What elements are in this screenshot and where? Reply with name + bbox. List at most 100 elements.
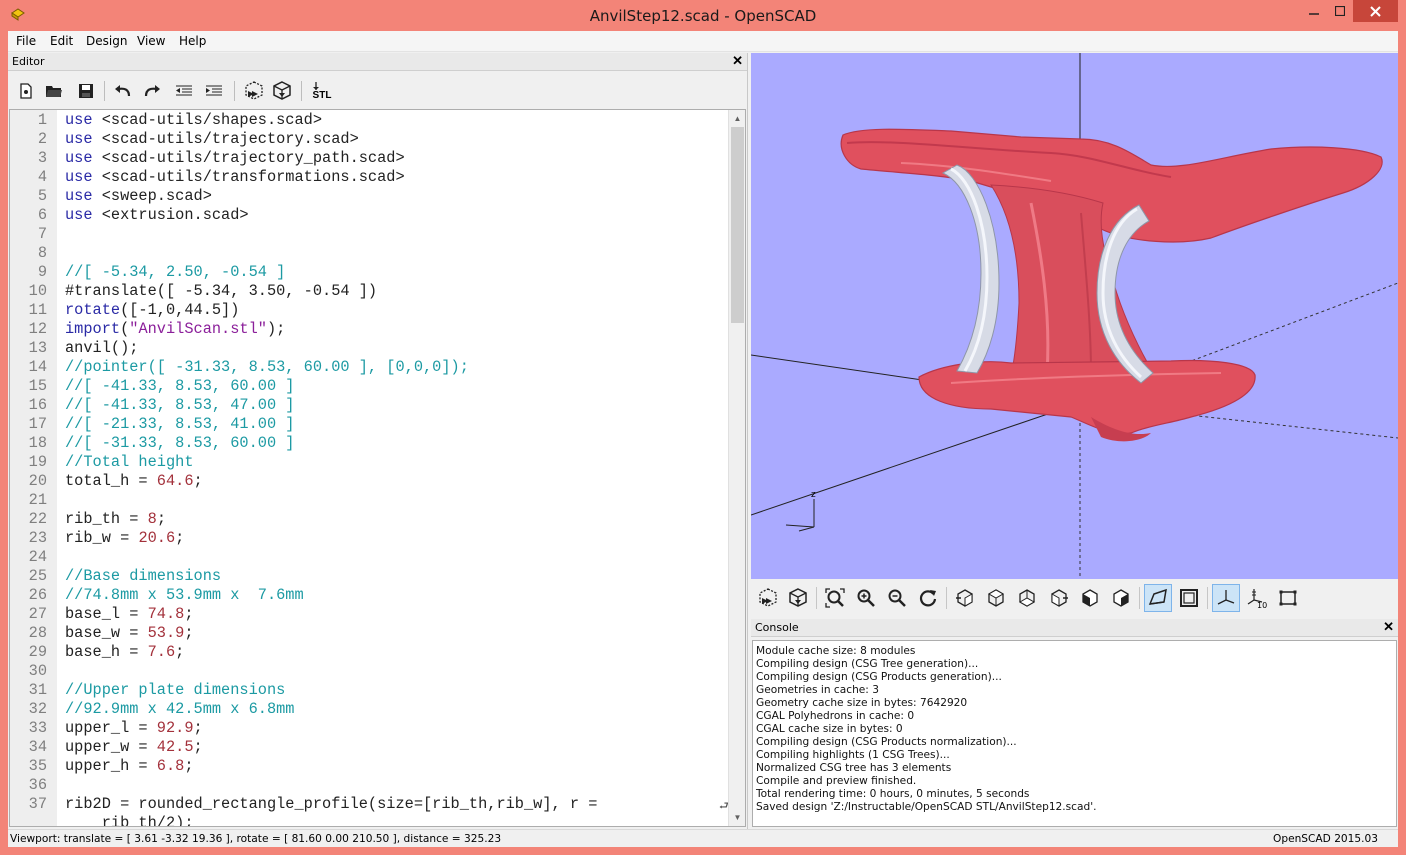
show-axes-button[interactable] [1212,584,1240,612]
orthogonal-button[interactable] [1175,584,1203,612]
code-line[interactable]: 32 //92.9mm x 42.5mm x 6.8mm [10,700,710,719]
editor-close-icon[interactable]: ✕ [732,53,743,69]
indent-icon [206,85,222,96]
menu-help[interactable]: Help [179,34,206,48]
view-bottom-button[interactable] [1013,584,1041,612]
view-preview-button[interactable] [754,584,782,612]
view-top-button[interactable] [982,584,1010,612]
code-token: use [65,111,102,129]
code-line[interactable]: 21 [10,491,710,510]
code-token: ; [193,738,203,756]
code-line[interactable]: 10 #translate([ -5.34, 3.50, -0.54 ]) [10,282,710,301]
code-line[interactable]: 26 //74.8mm x 53.9mm x 7.6mm [10,586,710,605]
view-all-button[interactable] [821,584,849,612]
code-line[interactable]: 34 upper_w = 42.5; [10,738,710,757]
code-token: total_h = [65,472,157,490]
code-line[interactable]: 25 //Base dimensions [10,567,710,586]
editor-vertical-scrollbar[interactable]: ▲ ▼ [728,110,745,826]
3d-scene: z [751,53,1398,579]
code-line[interactable]: 13 anvil(); [10,339,710,358]
code-editor[interactable]: 1 use <scad-utils/shapes.scad> 2 use <scad-… [9,109,746,827]
code-line[interactable]: 28 base_w = 53.9; [10,624,710,643]
code-line[interactable]: 17 //[ -21.33, 8.53, 41.00 ] [10,415,710,434]
editor-scroll-thumb[interactable] [731,127,744,323]
undo-button[interactable] [111,79,135,103]
code-line[interactable]: 31 //Upper plate dimensions [10,681,710,700]
code-line[interactable]: 14 //pointer([ -31.33, 8.53, 60.00 ], [0,… [10,358,710,377]
console-output[interactable]: Module cache size: 8 modules Compiling de… [752,640,1397,827]
code-line[interactable]: 33 upper_l = 92.9; [10,719,710,738]
code-line[interactable]: 36 [10,776,710,795]
zoom-out-button[interactable] [883,584,911,612]
show-scale-markers-button[interactable]: 10 [1243,584,1271,612]
code-line[interactable]: rib_th/2); [10,814,710,826]
code-line[interactable]: 35 upper_h = 6.8; [10,757,710,776]
indent-button[interactable] [202,79,226,103]
code-token: upper_w = [65,738,157,756]
toolbar-separator [946,587,947,609]
code-line[interactable]: 2 use <scad-utils/trajectory.scad> [10,130,710,149]
zoom-in-button[interactable] [852,584,880,612]
code-line[interactable]: 5 use <sweep.scad> [10,187,710,206]
editor-toolbar: STL [8,73,747,107]
maximize-icon[interactable] [1327,0,1353,22]
open-file-button[interactable] [42,79,66,103]
menu-design[interactable]: Design [86,34,127,48]
code-line[interactable]: 11 rotate([-1,0,44.5]) [10,301,710,320]
minimize-icon[interactable] [1301,0,1327,22]
code-line[interactable]: 22 rib_th = 8; [10,510,710,529]
code-token: upper_l = [65,719,157,737]
show-edges-button[interactable] [1274,584,1302,612]
perspective-button[interactable] [1144,584,1172,612]
code-line[interactable]: 18 //[ -31.33, 8.53, 60.00 ] [10,434,710,453]
new-file-button[interactable] [14,79,38,103]
view-render-button[interactable] [784,584,812,612]
scroll-down-icon[interactable]: ▼ [729,809,745,826]
code-line[interactable]: 29 base_h = 7.6; [10,643,710,662]
console-line: Normalized CSG tree has 3 elements [756,762,952,774]
code-line[interactable]: 6 use <extrusion.scad> [10,206,710,225]
code-line[interactable]: 30 [10,662,710,681]
new-file-icon [20,83,32,99]
menu-file[interactable]: File [16,34,36,48]
menu-edit[interactable]: Edit [50,34,73,48]
code-token: //[ -31.33, 8.53, 60.00 ] [65,434,295,452]
code-line[interactable]: 23 rib_w = 20.6; [10,529,710,548]
console-title: Console [755,621,799,634]
code-line[interactable]: 7 [10,225,710,244]
code-line[interactable]: 12 import("AnvilScan.stl"); [10,320,710,339]
code-token: rib_th = [65,510,148,528]
save-button[interactable] [74,79,98,103]
code-line[interactable]: 9 //[ -5.34, 2.50, -0.54 ] [10,263,710,282]
menu-view[interactable]: View [137,34,165,48]
console-close-icon[interactable]: ✕ [1383,619,1394,635]
redo-button[interactable] [140,79,164,103]
3d-viewport[interactable]: z [751,53,1398,579]
view-front-button[interactable] [1076,584,1104,612]
export-stl-button[interactable]: STL [308,79,336,103]
preview-button[interactable] [242,79,266,103]
code-token: ( [120,320,130,338]
reset-view-button[interactable] [914,584,942,612]
scroll-up-icon[interactable]: ▲ [729,110,745,127]
code-line[interactable]: 3 use <scad-utils/trajectory_path.scad> [10,149,710,168]
code-line[interactable]: 19 //Total height [10,453,710,472]
close-icon[interactable] [1353,0,1398,22]
code-line[interactable]: 27 base_l = 74.8; [10,605,710,624]
code-text: use <scad-utils/shapes.scad> [65,111,322,130]
code-line[interactable]: 24 [10,548,710,567]
unindent-button[interactable] [172,79,196,103]
code-line[interactable]: 4 use <scad-utils/transformations.scad> [10,168,710,187]
view-right-button[interactable] [951,584,979,612]
code-line[interactable]: 8 [10,244,710,263]
code-line[interactable]: 16 //[ -41.33, 8.53, 47.00 ] [10,396,710,415]
code-line[interactable]: 1 use <scad-utils/shapes.scad> [10,111,710,130]
code-line[interactable]: 15 //[ -41.33, 8.53, 60.00 ] [10,377,710,396]
render-button[interactable] [270,79,294,103]
code-line[interactable]: 20 total_h = 64.6; [10,472,710,491]
view-left-button[interactable] [1045,584,1073,612]
code-token: 92.9 [156,719,194,737]
code-line[interactable]: 37 rib2D = rounded_rectangle_profile(size… [10,795,710,814]
view-back-button[interactable] [1107,584,1135,612]
code-token: "AnvilScan.stl" [129,320,267,338]
